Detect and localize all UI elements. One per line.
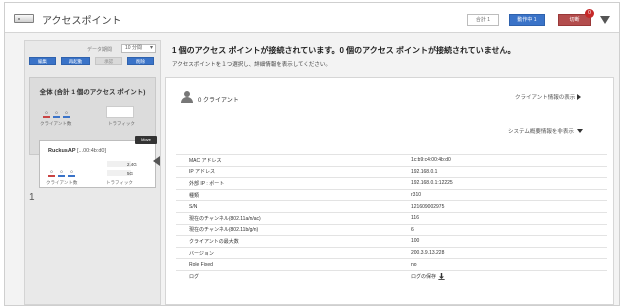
info-value: 200.3.9.13.228: [407, 246, 607, 259]
restart-button[interactable]: 再起動: [61, 57, 90, 65]
info-label: IP アドレス: [176, 165, 407, 178]
info-label: S/N: [176, 200, 407, 213]
save-log-link[interactable]: ログの保存: [407, 269, 607, 283]
edit-button[interactable]: 編集: [29, 57, 56, 65]
client-bar: 0: [68, 169, 75, 177]
show-client-info-link[interactable]: クライアント情報の表示: [515, 93, 575, 101]
info-row: ログ ログの保存: [176, 269, 607, 283]
ap-list-panel: データ期間 10 分間 編集 再起動 承認 削除 全体 (合計 1 個のアクセス…: [24, 40, 161, 305]
download-icon[interactable]: [438, 273, 445, 281]
client-bar: 0: [48, 169, 55, 177]
collapse-chevron-icon[interactable]: [600, 16, 610, 24]
client-bar: 0: [43, 110, 50, 118]
info-label: バージョン: [176, 246, 407, 259]
app-frame: アクセスポイント 合計 1 動作中 1 切断 0 データ期間 10 分間 編集 …: [4, 2, 620, 306]
move-tooltip: Move: [135, 136, 157, 144]
hide-system-summary-toggle[interactable]: システム概要情報を非表示: [508, 127, 574, 135]
client-bar: 0: [53, 110, 60, 118]
approve-button[interactable]: 承認: [95, 57, 122, 65]
clients-icon: [181, 91, 193, 103]
connection-status-headline: 1 個のアクセス ポイントが接続されています。0 個のアクセス ポイントが接続さ…: [172, 46, 516, 55]
summary-card-title: 全体 (合計 1 個のアクセス ポイント): [39, 89, 146, 96]
page-header: アクセスポイント 合計 1 動作中 1 切断 0: [5, 3, 619, 33]
ap-card-title: RuckusAP [...00:4b:d0]: [48, 148, 106, 154]
disconnected-count-badge: 0: [585, 9, 594, 18]
band-24-label: 2.4G: [127, 162, 137, 167]
save-log-label[interactable]: ログの保存: [411, 274, 436, 280]
info-value: 116: [407, 211, 607, 225]
info-label: Role Fixed: [176, 258, 407, 271]
ap-detail-panel: 1 個のアクセス ポイントが接続されています。0 個のアクセス ポイントが接続さ…: [165, 40, 614, 305]
info-value: 6: [407, 223, 607, 236]
info-value: 192.168.0.1: [407, 165, 607, 178]
info-row: S/N 121609002975: [176, 200, 607, 213]
info-row: MAC アドレス 1c:b9:c4:00:4b:d0: [176, 154, 607, 167]
info-label: 外部 IP : ポート: [176, 177, 407, 190]
info-label: MAC アドレス: [176, 154, 407, 167]
info-value: r310: [407, 188, 607, 201]
ap-traffic-label: トラフィック: [106, 180, 133, 185]
ap-clients-label: クライアント数: [46, 180, 78, 185]
ap-row-number: 1: [29, 192, 35, 203]
access-point-icon: [14, 14, 34, 23]
chevron-right-icon[interactable]: [577, 94, 581, 100]
info-value: 100: [407, 235, 607, 248]
info-label: 現在のチャンネル(802.11a/n/ac): [176, 211, 407, 225]
summary-clients-label: クライアント数: [40, 121, 72, 126]
total-ap-count-button[interactable]: 合計 1: [467, 14, 499, 26]
data-period-select[interactable]: 10 分間: [121, 44, 156, 53]
info-row: 現在のチャンネル(802.11b/g/n) 6: [176, 223, 607, 236]
info-value: 192.168.0.1:12225: [407, 177, 607, 190]
data-period-label: データ期間: [87, 47, 113, 53]
ap-info-table: MAC アドレス 1c:b9:c4:00:4b:d0 IP アドレス 192.168.…: [176, 154, 607, 283]
info-value: 121609002975: [407, 200, 607, 213]
summary-traffic-label: トラフィック: [108, 121, 135, 126]
summary-traffic-box: [106, 106, 134, 118]
client-bar: 0: [58, 169, 65, 177]
info-label: 現在のチャンネル(802.11b/g/n): [176, 223, 407, 236]
ap-detail-card: 0 クライアント クライアント情報の表示 システム概要情報を非表示 MAC アド…: [165, 77, 614, 305]
ap-mac-short: [...00:4b:d0]: [76, 148, 107, 154]
info-row: 外部 IP : ポート 192.168.0.1:12225: [176, 177, 607, 190]
page-title: アクセスポイント: [42, 16, 122, 27]
summary-client-bars: 0 0 0: [43, 110, 70, 118]
info-row: クライアントの最大数 100: [176, 235, 607, 248]
chevron-down-icon[interactable]: [577, 129, 583, 133]
selection-hint: アクセスポイントを１つ選択し、詳細情報を表示してください。: [172, 62, 331, 68]
clients-count-title: 0 クライアント: [198, 98, 239, 104]
info-label: クライアントの最大数: [176, 235, 407, 248]
delete-button[interactable]: 削除: [127, 57, 154, 65]
info-row: バージョン 200.3.9.13.228: [176, 246, 607, 259]
ap-client-bars: 0 0 0: [48, 169, 75, 177]
info-row: 現在のチャンネル(802.11a/n/ac) 116: [176, 211, 607, 225]
info-row: Role Fixed no: [176, 258, 607, 271]
connected-ap-count-button[interactable]: 動作中 1: [509, 14, 545, 26]
info-value: no: [407, 258, 607, 271]
info-value: 1c:b9:c4:00:4b:d0: [407, 154, 607, 167]
info-row: IP アドレス 192.168.0.1: [176, 165, 607, 178]
ap-name: RuckusAP: [48, 148, 76, 154]
info-row: 種類 r310: [176, 188, 607, 201]
info-label: ログ: [176, 269, 407, 283]
info-label: 種類: [176, 188, 407, 201]
selection-pointer-icon: [153, 156, 160, 166]
ap-card-ruckusap[interactable]: RuckusAP [...00:4b:d0] 2.4G 5G 0 0 0 クライ…: [39, 140, 156, 188]
band-5-label: 5G: [127, 171, 134, 176]
client-bar: 0: [63, 110, 70, 118]
